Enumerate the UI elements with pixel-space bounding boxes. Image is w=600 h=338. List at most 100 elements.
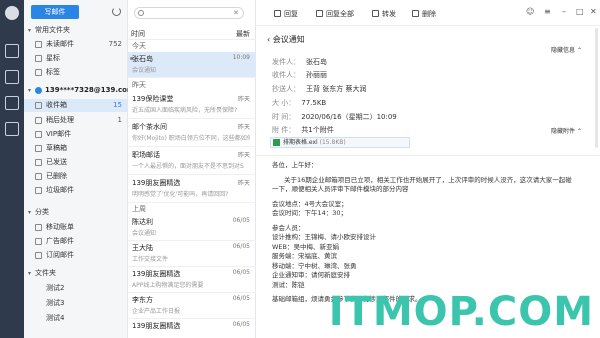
folder-deleted[interactable]: 已删除 bbox=[24, 170, 128, 183]
sort-order[interactable]: 最新 bbox=[236, 28, 250, 40]
reply-all-icon bbox=[316, 10, 323, 17]
tag-icon bbox=[35, 69, 42, 76]
search-icon bbox=[138, 10, 144, 16]
user-folder[interactable]: 测试4 bbox=[24, 312, 128, 325]
list-item[interactable]: 李东方 06/05 企业产品工作日报 bbox=[128, 293, 256, 319]
folder-drafts[interactable]: 草稿箱 bbox=[24, 142, 128, 155]
folder-inbox[interactable]: 收件箱 15 bbox=[24, 99, 128, 112]
list-item[interactable]: 王大陆 06/05 工作交接文件 bbox=[128, 241, 256, 267]
hide-attachment-label: 隐藏附件 bbox=[551, 128, 576, 135]
folder-label: 订阅邮件 bbox=[46, 251, 74, 259]
body-line: 一下，顺便相关人员评审下邮件模块的部分内容 bbox=[272, 185, 409, 193]
folder-label: 测试4 bbox=[46, 314, 65, 322]
category-subscription[interactable]: 订阅邮件 bbox=[24, 249, 128, 262]
sort-field[interactable]: 时间 bbox=[131, 28, 145, 40]
attachment-chip[interactable]: 排期表格.exl (15.8KB) bbox=[270, 137, 410, 148]
folder-vip[interactable]: VIP邮件 bbox=[24, 128, 128, 141]
folder-unread[interactable]: 未读邮件 752 bbox=[24, 38, 128, 51]
unread-icon bbox=[35, 41, 42, 48]
category-header[interactable]: ▾ 分类 bbox=[24, 206, 128, 219]
list-item[interactable]: 139朋友圈精选 06/05 bbox=[128, 319, 256, 338]
meta-value[interactable]: 王背 张东方 蔡大润 bbox=[306, 85, 366, 93]
caret-down-icon: ▾ bbox=[28, 27, 32, 34]
item-sender: 139朋友圈精选 bbox=[132, 322, 181, 330]
notes-icon[interactable] bbox=[5, 122, 19, 136]
reply-button[interactable]: 回复 bbox=[274, 9, 298, 19]
account-label: 139****7328@139.com bbox=[45, 86, 135, 94]
divider bbox=[256, 155, 600, 156]
write-mail-button[interactable]: 写邮件 bbox=[31, 5, 79, 19]
user-folders-header[interactable]: ▾ 文件夹 bbox=[24, 267, 128, 280]
folder-label: 广告邮件 bbox=[46, 237, 74, 245]
mail-list: ✕ 时间 最新 今天 张石岛 10:09 会议通知 昨天 139保险课堂 昨天 … bbox=[128, 0, 256, 338]
list-item[interactable]: 139保险课堂 昨天 近五成国人面临疾病风险，无所畏保障? bbox=[128, 92, 256, 119]
common-folders-header[interactable]: ▾ 常用文件夹 bbox=[24, 24, 128, 37]
folder-tags[interactable]: 标签 bbox=[24, 66, 128, 79]
item-preview: 会议通知 bbox=[132, 230, 157, 237]
list-item[interactable]: 邮个茶水间 昨天 你好(Mojito) 职场白领方位不同，这些都如何 bbox=[128, 120, 256, 147]
item-date: 昨天 bbox=[237, 152, 250, 159]
scrollbar[interactable] bbox=[595, 28, 598, 148]
folder-label: 测试2 bbox=[46, 284, 65, 292]
item-preview: 明明感觉了'优化'可能吗，再请回回? bbox=[132, 191, 229, 198]
group-today: 今天 bbox=[128, 41, 256, 52]
user-folder[interactable]: 测试3 bbox=[24, 297, 128, 310]
hide-info-toggle[interactable]: 隐藏信息 ⌃ bbox=[551, 45, 582, 54]
list-item[interactable]: 139朋友圈精选 06/05 APP线上购物满足您的需要 bbox=[128, 267, 256, 293]
reply-all-button[interactable]: 回复全部 bbox=[316, 9, 354, 19]
folder-label: 收件箱 bbox=[46, 101, 67, 109]
user-folder[interactable]: 测试2 bbox=[24, 282, 128, 295]
contacts-icon[interactable] bbox=[5, 96, 19, 110]
mail-icon[interactable] bbox=[5, 44, 19, 58]
account-header[interactable]: ▾ 139****7328@139.com bbox=[24, 84, 134, 97]
folder-later[interactable]: 稍后处理 1 bbox=[24, 114, 128, 127]
list-item[interactable]: 陈达利 06/05 会议通知 bbox=[128, 215, 256, 241]
calendar-icon[interactable] bbox=[5, 70, 19, 84]
forward-button[interactable]: 转发 bbox=[372, 9, 396, 19]
search-input[interactable]: ✕ bbox=[134, 7, 244, 19]
item-preview: APP线上购物满足您的需要 bbox=[132, 282, 204, 289]
category-ads[interactable]: 广告邮件 bbox=[24, 235, 128, 248]
hide-attachment-toggle[interactable]: 隐藏附件 ⌃ bbox=[551, 126, 582, 135]
user-avatar[interactable] bbox=[5, 6, 19, 20]
meta-attach: 附 件： 共1个附件 bbox=[272, 125, 334, 135]
meta-value[interactable]: 张石岛 bbox=[306, 58, 327, 66]
folder-star[interactable]: 星标 bbox=[24, 52, 128, 65]
menu-icon[interactable]: ≡ bbox=[544, 7, 551, 16]
delete-button[interactable]: 删除 bbox=[412, 9, 436, 19]
body-line: WEB：吴中梅、新亚娟 bbox=[272, 242, 339, 251]
clear-icon[interactable]: ✕ bbox=[233, 8, 239, 18]
group-label: 上周 bbox=[132, 205, 146, 213]
item-date: 06/05 bbox=[232, 243, 250, 250]
list-item[interactable]: 139朋友圈精选 昨天 明明感觉了'优化'可能吗，再请回回? bbox=[128, 176, 256, 203]
settings-icon[interactable]: ☺ bbox=[526, 7, 534, 16]
refresh-icon[interactable] bbox=[112, 7, 121, 16]
minimize-icon[interactable]: – bbox=[562, 7, 566, 16]
item-sender: 139朋友圈精选 bbox=[132, 179, 181, 187]
trash-icon bbox=[35, 173, 42, 180]
list-item[interactable]: 张石岛 10:09 会议通知 bbox=[128, 52, 256, 78]
folder-label: 未读邮件 bbox=[46, 40, 74, 48]
folder-spam[interactable]: 垃圾邮件 bbox=[24, 184, 128, 197]
folder-sent[interactable]: 已发送 bbox=[24, 156, 128, 169]
body-line: 关于16期企业邮箱项目已立项，相关工作也开始展开了，上次评审的时候人没齐，这次请… bbox=[284, 175, 572, 184]
maximize-icon[interactable]: □ bbox=[576, 7, 584, 16]
group-earlier: 上周 bbox=[128, 204, 256, 215]
hide-info-label: 隐藏信息 bbox=[551, 47, 576, 54]
folder-count: 1 bbox=[117, 116, 122, 124]
meta-from: 发件人： 张石岛 bbox=[272, 57, 327, 67]
clock-icon bbox=[35, 117, 42, 124]
meta-value[interactable]: 孙丽丽 bbox=[306, 71, 327, 79]
folder-count: 15 bbox=[113, 101, 122, 109]
folder-label: 稍后处理 bbox=[46, 116, 74, 124]
category-bill[interactable]: 移动账单 bbox=[24, 221, 128, 234]
sort-header[interactable]: 时间 最新 bbox=[128, 28, 256, 40]
section-label: 分类 bbox=[35, 208, 49, 216]
body-line: 各位，上午好： bbox=[272, 161, 318, 169]
folder-label: 标签 bbox=[46, 68, 60, 76]
inbox-icon bbox=[35, 102, 42, 109]
item-preview: 企业产品工作日报 bbox=[132, 308, 181, 315]
close-icon[interactable]: ✕ bbox=[590, 7, 597, 16]
list-item[interactable]: 职场邮话 昨天 一个人最忌惧的，面对朋友不是不思到对S bbox=[128, 148, 256, 175]
folder-panel: 写邮件 ▾ 常用文件夹 未读邮件 752 星标 标签 ▾ 139****7328… bbox=[24, 0, 134, 338]
